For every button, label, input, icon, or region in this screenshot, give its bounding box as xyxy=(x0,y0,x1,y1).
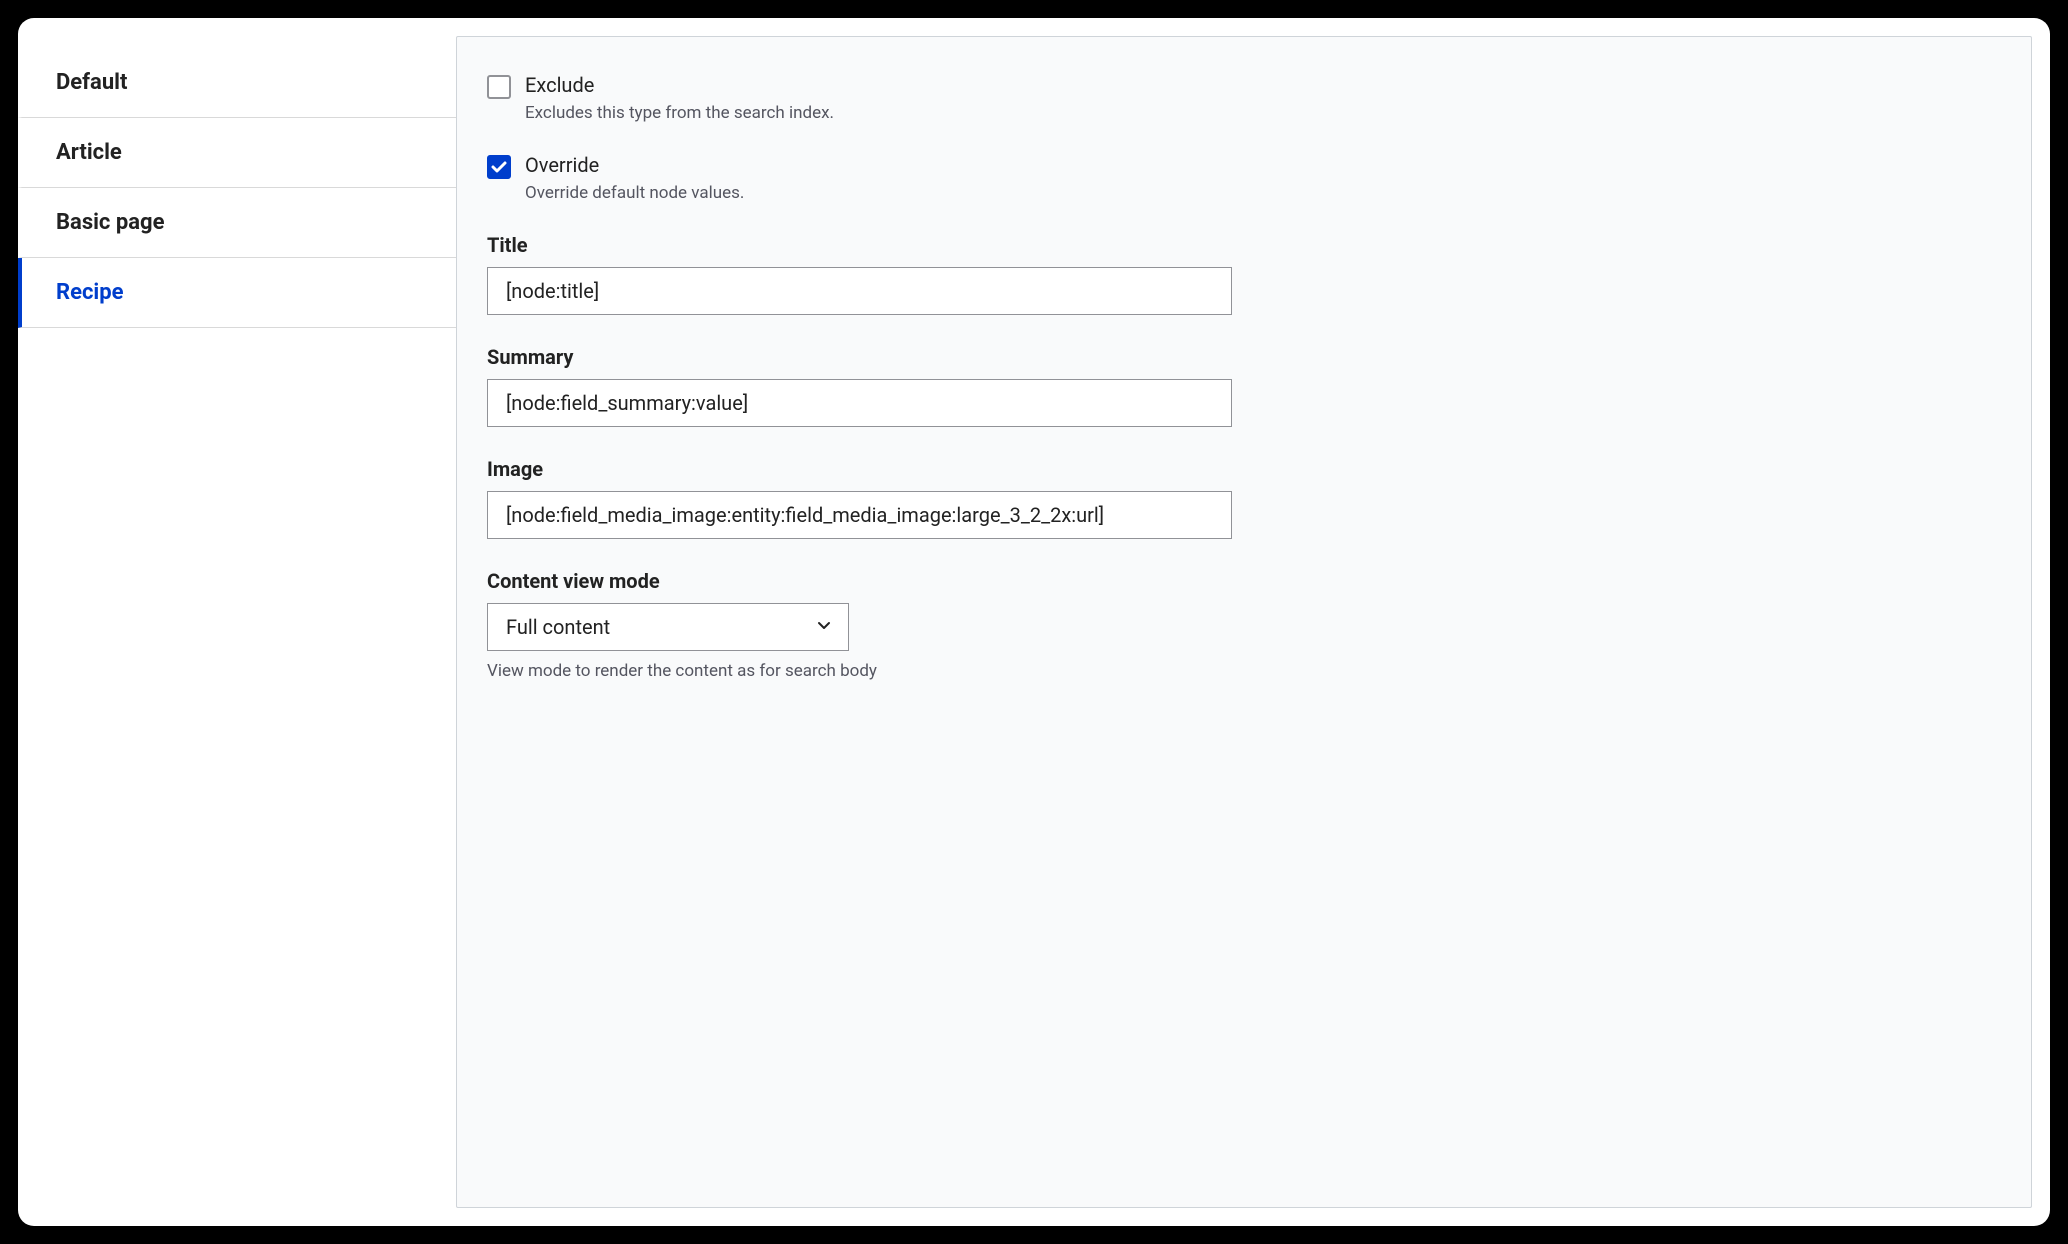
override-row: Override Override default node values. xyxy=(487,153,2001,203)
vertical-tabs: Default Article Basic page Recipe xyxy=(18,36,456,1208)
view-mode-group: Content view mode Full content View mode… xyxy=(487,569,2001,681)
override-label-group: Override Override default node values. xyxy=(525,153,744,203)
view-mode-help: View mode to render the content as for s… xyxy=(487,661,2001,681)
exclude-label-group: Exclude Excludes this type from the sear… xyxy=(525,73,834,123)
summary-label: Summary xyxy=(487,345,2001,369)
exclude-label: Exclude xyxy=(525,73,834,97)
image-input[interactable] xyxy=(487,491,1232,539)
tab-basic-page[interactable]: Basic page xyxy=(18,188,456,258)
image-label: Image xyxy=(487,457,2001,481)
tab-recipe[interactable]: Recipe xyxy=(18,258,456,328)
title-label: Title xyxy=(487,233,2001,257)
exclude-row: Exclude Excludes this type from the sear… xyxy=(487,73,2001,123)
title-input[interactable] xyxy=(487,267,1232,315)
override-label: Override xyxy=(525,153,744,177)
override-checkbox[interactable] xyxy=(487,155,511,179)
exclude-description: Excludes this type from the search index… xyxy=(525,103,834,123)
tab-label: Default xyxy=(56,70,127,95)
tab-label: Recipe xyxy=(56,280,124,305)
tab-label: Article xyxy=(56,140,122,165)
tab-label: Basic page xyxy=(56,210,164,235)
check-icon xyxy=(491,159,507,175)
settings-panel: Exclude Excludes this type from the sear… xyxy=(456,36,2032,1208)
view-mode-select[interactable]: Full content xyxy=(487,603,849,651)
view-mode-select-wrap: Full content xyxy=(487,603,849,651)
title-group: Title xyxy=(487,233,2001,315)
override-description: Override default node values. xyxy=(525,183,744,203)
summary-input[interactable] xyxy=(487,379,1232,427)
image-group: Image xyxy=(487,457,2001,539)
tab-default[interactable]: Default xyxy=(18,48,456,118)
view-mode-label: Content view mode xyxy=(487,569,2001,593)
app-frame: Default Article Basic page Recipe Exclud… xyxy=(18,18,2050,1226)
summary-group: Summary xyxy=(487,345,2001,427)
exclude-checkbox[interactable] xyxy=(487,75,511,99)
tab-article[interactable]: Article xyxy=(18,118,456,188)
